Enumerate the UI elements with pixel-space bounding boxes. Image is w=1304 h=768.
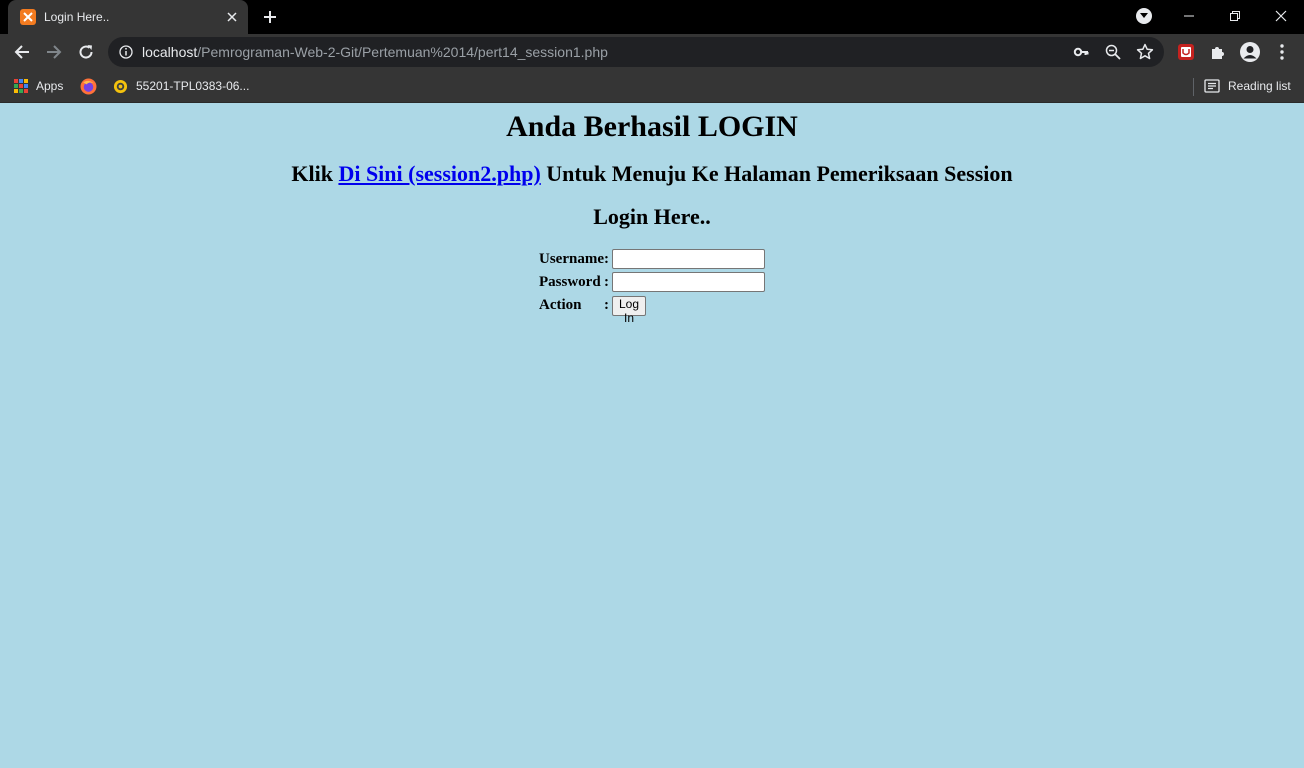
reload-icon[interactable] <box>72 38 100 66</box>
session-link-line: Klik Di Sini (session2.php) Untuk Menuju… <box>0 161 1304 187</box>
username-input[interactable] <box>612 249 765 269</box>
zoom-out-icon[interactable] <box>1104 43 1122 61</box>
key-icon[interactable] <box>1072 43 1090 61</box>
extensions-puzzle-icon[interactable] <box>1205 39 1231 65</box>
back-arrow-icon[interactable] <box>8 38 36 66</box>
url-text: localhost/Pemrograman-Web-2-Git/Pertemua… <box>142 37 608 67</box>
url-host: localhost <box>142 44 198 60</box>
username-label: Username <box>539 251 604 267</box>
password-label: Password <box>539 274 601 290</box>
site-info-icon[interactable] <box>118 44 134 60</box>
session2-link[interactable]: Di Sini (session2.php) <box>338 161 540 186</box>
success-heading: Anda Berhasil LOGIN <box>506 110 798 143</box>
minimize-icon[interactable] <box>1166 0 1212 32</box>
reading-list-icon <box>1204 79 1220 93</box>
tab-title: Login Here.. <box>44 10 110 24</box>
address-bar[interactable]: localhost/Pemrograman-Web-2-Git/Pertemua… <box>108 37 1164 67</box>
firefox-icon <box>80 78 97 94</box>
bookmark-apps-label: Apps <box>36 79 64 93</box>
bookmarks-bar: Apps 55201-TPL0383-06... Reading list <box>0 70 1304 103</box>
reading-list-label: Reading list <box>1228 79 1291 93</box>
tab-strip: Login Here.. <box>0 0 1304 34</box>
bookmark-55201[interactable]: 55201-TPL0383-06... <box>113 75 249 97</box>
username-colon: : <box>604 251 609 267</box>
reading-list[interactable]: Reading list <box>1204 75 1291 97</box>
bookmark-separator <box>1193 78 1194 96</box>
password-input[interactable] <box>612 272 765 292</box>
browser-tab[interactable]: Login Here.. <box>8 0 248 34</box>
action-label: Action <box>539 297 582 313</box>
tab-search-icon[interactable] <box>1136 8 1152 24</box>
profile-avatar-icon[interactable] <box>1237 39 1263 65</box>
extension-shield-icon[interactable] <box>1173 39 1199 65</box>
close-tab-icon[interactable] <box>224 9 240 25</box>
university-logo-icon <box>113 79 128 93</box>
bookmark-apps[interactable]: Apps <box>14 75 63 97</box>
link-prefix: Klik <box>291 161 339 186</box>
link-suffix: Untuk Menuju Ke Halaman Pemeriksaan Sess… <box>540 161 1013 186</box>
close-window-icon[interactable] <box>1258 0 1304 32</box>
bookmark-55201-label: 55201-TPL0383-06... <box>136 79 250 93</box>
bookmark-firefox[interactable] <box>80 75 97 97</box>
forward-arrow-icon[interactable] <box>40 38 68 66</box>
action-colon: : <box>604 297 609 313</box>
url-path: /Pemrograman-Web-2-Git/Pertemuan%2014/pe… <box>197 44 608 60</box>
new-tab-icon[interactable] <box>258 5 282 29</box>
login-title: Login Here.. <box>593 204 711 229</box>
xampp-favicon-icon <box>20 9 36 25</box>
apps-grid-icon <box>14 79 28 93</box>
page-content: Anda Berhasil LOGIN Klik Di Sini (sessio… <box>0 104 1304 768</box>
restore-icon[interactable] <box>1212 0 1258 32</box>
password-colon: : <box>604 274 609 290</box>
login-button[interactable]: Log In <box>612 296 647 325</box>
bookmark-star-icon[interactable] <box>1136 43 1154 61</box>
more-menu-icon[interactable] <box>1269 39 1295 65</box>
browser-toolbar: localhost/Pemrograman-Web-2-Git/Pertemua… <box>0 34 1304 70</box>
